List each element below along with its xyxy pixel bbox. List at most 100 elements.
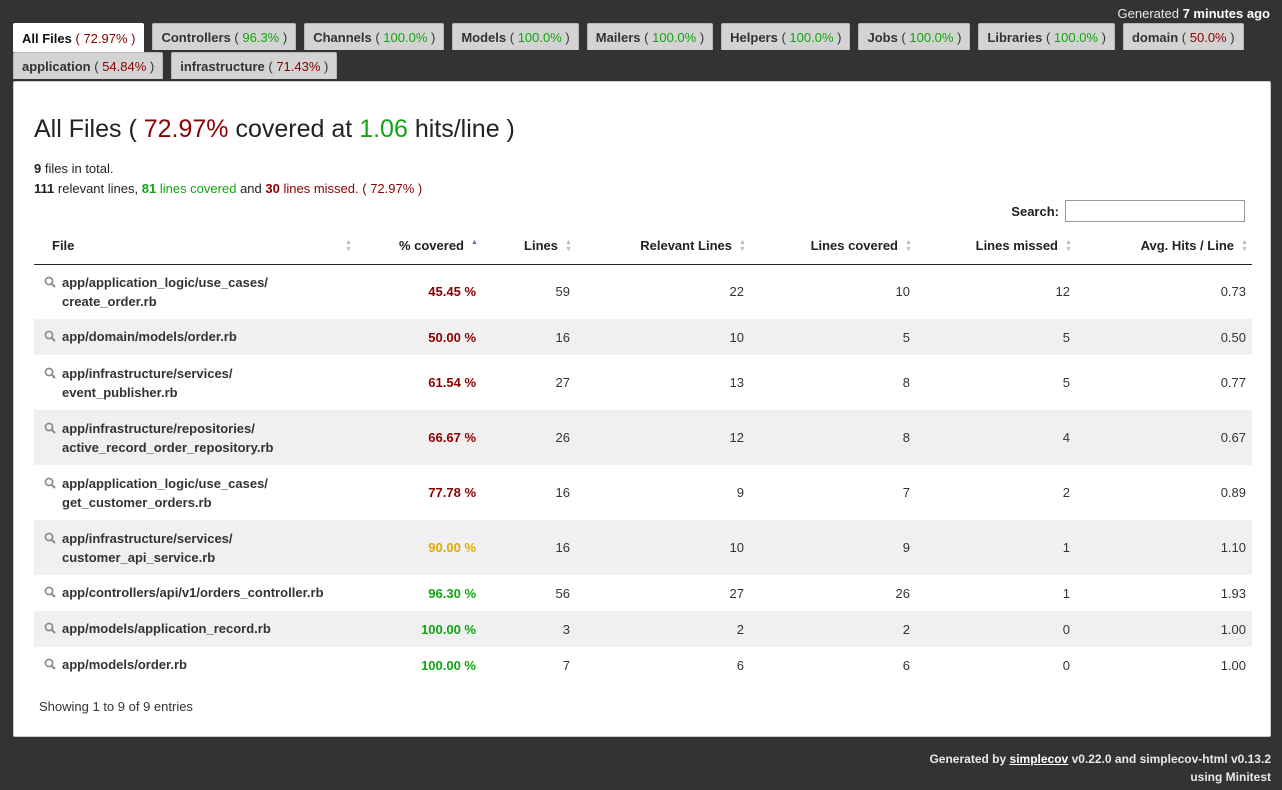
lines-missed-value: 2 — [1062, 485, 1070, 500]
footer-using: using Minitest — [1190, 770, 1271, 784]
tab-paren-close: ) — [427, 29, 436, 45]
tab-paren-close: ) — [127, 30, 136, 46]
file-link[interactable]: app/controllers/api/v1/orders_controller… — [62, 583, 324, 602]
file-cell: app/controllers/api/v1/orders_controller… — [34, 575, 356, 611]
avg-hits-value: 0.89 — [1220, 485, 1246, 500]
file-link[interactable]: app/models/application_record.rb — [62, 619, 271, 638]
tab-models[interactable]: Models ( 100.0% ) — [452, 23, 579, 50]
summary-percent: ( 72.97% ) — [362, 181, 423, 196]
column-header-covered[interactable]: % covered ▲ ▼ — [356, 228, 482, 265]
column-label-file: File — [52, 238, 75, 254]
relevant-lines-value: 10 — [729, 540, 744, 555]
covered-count: 81 — [141, 181, 157, 196]
file-path: app/models/application_record.rb — [62, 621, 271, 636]
file-name: get_customer_orders.rb — [62, 494, 212, 510]
tab-paren-open: ( — [897, 29, 910, 45]
relevant-text: relevant lines, — [57, 181, 139, 196]
lines-missed-value: 12 — [1055, 284, 1070, 300]
table-row: app/application_logic/use_cases/create_o… — [34, 264, 1252, 319]
files-text: files in total. — [44, 161, 114, 176]
tab-percent: 50.0% — [1189, 29, 1227, 45]
title-percent: 72.97% — [143, 115, 229, 143]
covered-percent: 100.00 % — [421, 657, 476, 673]
file-link[interactable]: app/infrastructure/services/event_publis… — [62, 364, 233, 402]
tab-libraries[interactable]: Libraries ( 100.0% ) — [978, 23, 1115, 50]
tab-percent: 96.3% — [242, 29, 280, 45]
tab-paren-close: ) — [146, 58, 155, 74]
sort-icon: ▲ ▼ — [1241, 239, 1248, 253]
search-input[interactable] — [1065, 200, 1245, 222]
table-row: app/domain/models/order.rb 50.00 % 16 10 5 5 0… — [34, 319, 1252, 355]
tab-percent: 71.43% — [276, 58, 321, 74]
tab-infrastructure[interactable]: infrastructure ( 71.43% ) — [171, 52, 338, 79]
file-path: app/application_logic/use_cases/ — [62, 274, 268, 290]
avg-hits-value: 0.73 — [1220, 284, 1246, 300]
file-link[interactable]: app/infrastructure/services/customer_api… — [62, 529, 233, 567]
sort-icon: ▲ ▼ — [905, 239, 912, 253]
column-header-lines[interactable]: Lines ▲ ▼ — [482, 228, 576, 265]
tab-paren-close: ) — [1098, 29, 1106, 45]
lines-value: 3 — [562, 621, 570, 637]
tab-paren-close: ) — [953, 29, 962, 45]
tab-application[interactable]: application ( 54.84% ) — [13, 52, 164, 79]
table-row: app/infrastructure/services/event_publis… — [34, 355, 1252, 410]
file-name: customer_api_service.rb — [62, 549, 216, 565]
column-header-relevant[interactable]: Relevant Lines ▲ ▼ — [576, 228, 750, 265]
lines-covered-value: 8 — [902, 375, 910, 390]
file-name: event_publisher.rb — [62, 384, 178, 400]
tab-paren-close: ) — [561, 29, 570, 45]
tab-mailers[interactable]: Mailers ( 100.0% ) — [586, 23, 714, 50]
lines-missed-value: 0 — [1062, 657, 1070, 673]
column-label-avg: Avg. Hits / Line — [1140, 238, 1234, 254]
file-link[interactable]: app/models/order.rb — [62, 655, 187, 674]
covered-percent: 66.67 % — [428, 430, 476, 445]
relevant-lines-value: 2 — [736, 621, 744, 637]
file-path: app/application_logic/use_cases/ — [62, 475, 268, 491]
file-path: app/infrastructure/services/ — [62, 530, 233, 546]
lines-value: 16 — [555, 329, 570, 345]
lines-missed-value: 0 — [1062, 621, 1070, 637]
lines-value: 56 — [555, 585, 570, 601]
relevant-lines-value: 6 — [736, 657, 744, 673]
file-cell: app/application_logic/use_cases/create_o… — [34, 264, 356, 319]
file-path: app/controllers/api/v1/orders_controller… — [62, 585, 324, 600]
simplecov-link[interactable]: simplecov — [1010, 752, 1069, 766]
tab-controllers[interactable]: Controllers ( 96.3% ) — [152, 23, 297, 50]
file-link[interactable]: app/domain/models/order.rb — [62, 327, 237, 346]
tab-all-files[interactable]: All Files ( 72.97% ) — [13, 23, 145, 52]
table-header-row: File ▲ ▼ % covered ▲ ▼ Lines ▲ ▼ Relevant L… — [34, 228, 1252, 265]
search-box: Search: — [1011, 200, 1245, 222]
tab-paren-close: ) — [320, 58, 329, 74]
tab-paren-open: ( — [264, 58, 277, 74]
tab-paren-close: ) — [1226, 29, 1235, 45]
lines-missed-value: 5 — [1062, 329, 1070, 345]
file-link[interactable]: app/application_logic/use_cases/create_o… — [62, 273, 268, 311]
relevant-lines-value: 10 — [729, 329, 744, 345]
file-link[interactable]: app/infrastructure/repositories/active_r… — [62, 419, 273, 457]
tab-jobs[interactable]: Jobs ( 100.0% ) — [858, 23, 971, 50]
tab-paren-open: ( — [90, 58, 103, 74]
lines-value: 16 — [555, 485, 570, 500]
tab-label: application — [22, 58, 91, 74]
tab-percent: 100.0% — [789, 29, 834, 45]
tab-channels[interactable]: Channels ( 100.0% ) — [304, 23, 445, 50]
column-header-lines-covered[interactable]: Lines covered ▲ ▼ — [750, 228, 916, 265]
group-tabs: All Files ( 72.97% ) Controllers ( 96.3% … — [13, 23, 1271, 81]
tab-domain[interactable]: domain ( 50.0% ) — [1122, 23, 1244, 50]
tab-label: Models — [461, 29, 507, 45]
tab-helpers[interactable]: Helpers ( 100.0% ) — [721, 23, 851, 50]
file-cell: app/domain/models/order.rb — [34, 319, 356, 355]
column-header-file[interactable]: File ▲ ▼ — [34, 228, 356, 265]
lines-covered-value: 8 — [902, 430, 910, 445]
file-name: create_order.rb — [62, 293, 157, 309]
sort-icon: ▲ ▼ — [345, 239, 352, 253]
tab-percent: 100.0% — [909, 29, 954, 45]
column-header-missed[interactable]: Lines missed ▲ ▼ — [916, 228, 1076, 265]
covered-percent: 61.54 % — [428, 375, 476, 390]
and-text: and — [240, 181, 262, 196]
column-header-avg[interactable]: Avg. Hits / Line ▲ ▼ — [1076, 228, 1252, 265]
tab-percent: 100.0% — [1053, 29, 1098, 45]
file-link[interactable]: app/application_logic/use_cases/get_cust… — [62, 474, 268, 512]
tab-label: domain — [1131, 29, 1179, 45]
tab-paren-open: ( — [230, 29, 243, 45]
